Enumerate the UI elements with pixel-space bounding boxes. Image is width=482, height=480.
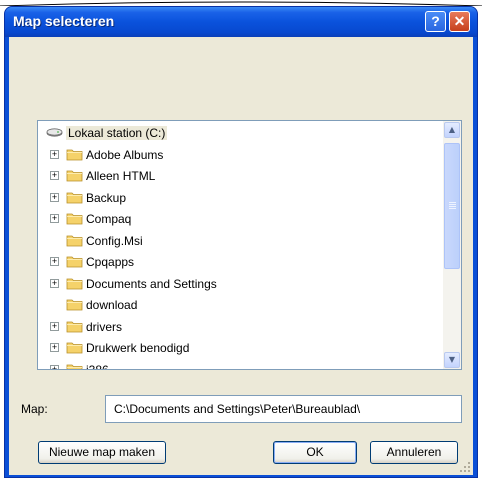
resize-grip-icon[interactable]	[459, 461, 471, 473]
scroll-down-button[interactable]: ▼	[444, 352, 460, 368]
dialog-title: Map selecteren	[13, 13, 115, 29]
ok-button[interactable]: OK	[273, 441, 357, 464]
tree-folder-label: Config.Msi	[86, 233, 143, 248]
expand-toggle[interactable]: +	[50, 364, 59, 369]
folder-icon	[66, 213, 83, 225]
tree-folder-row[interactable]: + drivers	[38, 317, 443, 338]
tree-folder-row[interactable]: + Drukwerk benodigd	[38, 338, 443, 359]
folder-field-label: Map:	[21, 402, 48, 416]
tree-folder-row[interactable]: download	[38, 295, 443, 316]
expand-toggle[interactable]: +	[50, 343, 59, 352]
hard-drive-icon	[46, 128, 63, 137]
tree-folder-label: Documents and Settings	[86, 276, 217, 291]
tree-folder-label: download	[86, 298, 138, 312]
folder-icon	[66, 364, 83, 369]
expand-toggle[interactable]: +	[50, 192, 59, 202]
scroll-up-button[interactable]: ▲	[444, 122, 460, 138]
cancel-button[interactable]: Annuleren	[370, 441, 458, 464]
dialog-window: Map selecteren ? ✕ Lokaal station (C:) +…	[4, 6, 478, 478]
tree-folder-label: i386	[86, 362, 109, 370]
folder-tree-list: Lokaal station (C:) + Adobe Albums + Alleen…	[38, 121, 443, 369]
tree-folder-label: Cpqapps	[86, 255, 135, 269]
expand-toggle[interactable]: +	[50, 149, 59, 159]
expand-toggle[interactable]: +	[50, 278, 59, 288]
expand-toggle[interactable]: +	[50, 171, 59, 180]
expand-toggle[interactable]: +	[50, 257, 59, 266]
tree-root-label: Lokaal station (C:)	[66, 126, 168, 140]
tree-root-row[interactable]: Lokaal station (C:)	[38, 123, 443, 144]
new-folder-button[interactable]: Nieuwe map maken	[38, 441, 166, 464]
tree-folder-row[interactable]: + Compaq	[38, 209, 443, 230]
dialog-body: Lokaal station (C:) + Adobe Albums + Alleen…	[9, 37, 473, 475]
folder-icon	[66, 342, 83, 354]
folder-icon	[66, 235, 83, 246]
tree-folder-row[interactable]: + i386	[38, 360, 443, 370]
folder-tree[interactable]: Lokaal station (C:) + Adobe Albums + Alleen…	[37, 120, 462, 370]
tree-folder-row[interactable]: + Backup	[38, 188, 443, 209]
tree-folder-row[interactable]: + Alleen HTML	[38, 166, 443, 187]
expand-toggle[interactable]: +	[50, 214, 59, 223]
tree-folder-row[interactable]: + Adobe Albums	[38, 145, 443, 166]
tree-folder-row[interactable]: + Cpqapps	[38, 252, 443, 273]
scroll-thumb[interactable]	[444, 143, 460, 269]
folder-icon	[66, 149, 83, 160]
folder-path-input[interactable]: C:\Documents and Settings\Peter\Bureaubl…	[105, 395, 462, 423]
tree-folder-label: Backup	[86, 190, 127, 205]
tree-folder-row[interactable]: + Documents and Settings	[38, 274, 443, 295]
tree-folder-row[interactable]: Config.Msi	[38, 231, 443, 252]
folder-icon	[66, 192, 83, 203]
title-bar[interactable]: Map selecteren ? ✕	[5, 7, 477, 37]
help-button[interactable]: ?	[425, 11, 446, 32]
tree-scrollbar[interactable]: ▲ ▼	[443, 121, 461, 369]
tree-folder-label: Adobe Albums	[86, 147, 164, 162]
tree-folder-label: Drukwerk benodigd	[86, 341, 190, 355]
expand-toggle[interactable]: +	[50, 321, 59, 331]
folder-icon	[66, 321, 83, 332]
folder-icon	[66, 256, 83, 268]
tree-folder-label: drivers	[86, 319, 123, 334]
tree-folder-label: Compaq	[86, 212, 132, 226]
tree-folder-label: Alleen HTML	[86, 169, 156, 183]
folder-icon	[66, 170, 83, 182]
folder-icon	[66, 299, 83, 311]
folder-icon	[66, 278, 83, 289]
close-button[interactable]: ✕	[449, 11, 470, 32]
